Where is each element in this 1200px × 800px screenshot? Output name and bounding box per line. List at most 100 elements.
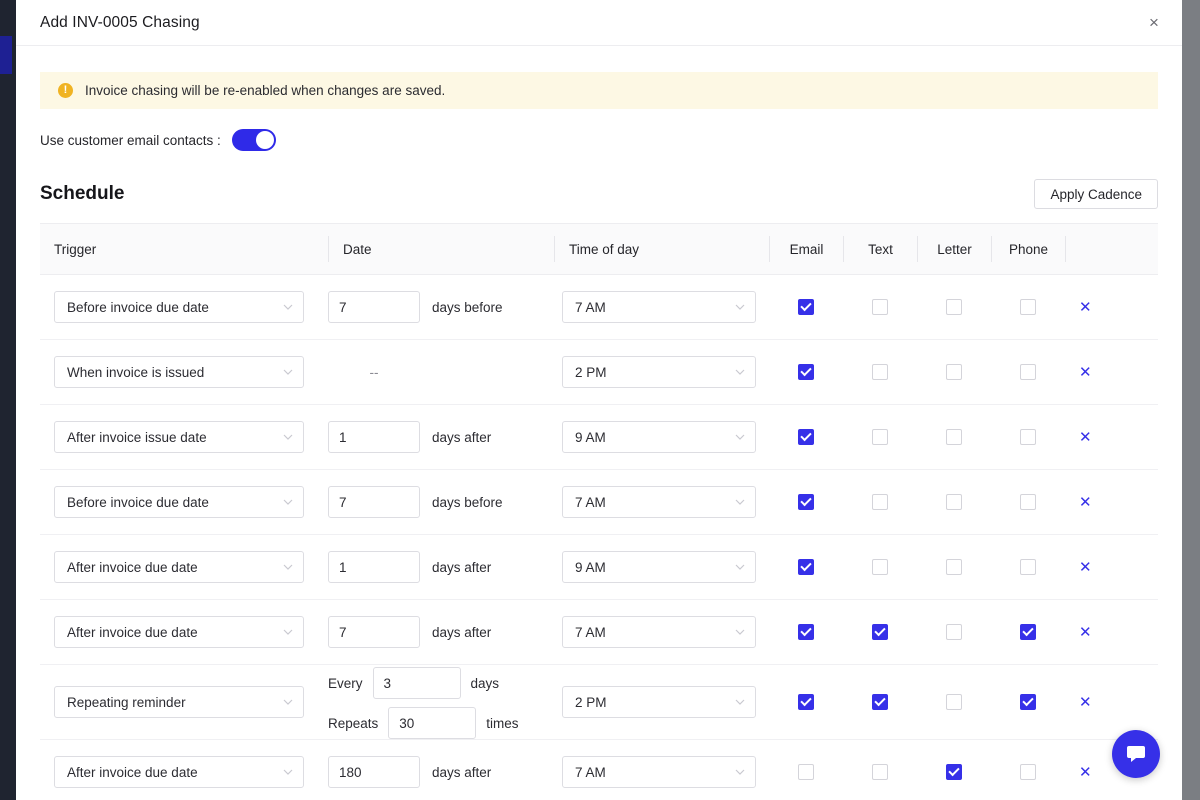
letter-checkbox[interactable] xyxy=(946,494,962,510)
text-cell xyxy=(843,364,917,380)
time-of-day-select[interactable]: 2 PM xyxy=(562,356,756,388)
letter-checkbox[interactable] xyxy=(946,764,962,780)
letter-cell xyxy=(917,559,991,575)
chat-bubble-icon[interactable] xyxy=(1112,730,1160,778)
time-of-day-select[interactable]: 7 AM xyxy=(562,756,756,788)
trigger-select[interactable]: Repeating reminder xyxy=(54,686,304,718)
trigger-cell: Before invoice due date xyxy=(40,486,328,518)
text-checkbox[interactable] xyxy=(872,494,888,510)
remove-row-button[interactable]: ✕ xyxy=(1065,693,1092,711)
phone-checkbox[interactable] xyxy=(1020,364,1036,380)
email-checkbox[interactable] xyxy=(798,494,814,510)
email-checkbox[interactable] xyxy=(798,559,814,575)
days-input[interactable]: 1 xyxy=(328,551,420,583)
letter-checkbox[interactable] xyxy=(946,694,962,710)
remove-row-button[interactable]: ✕ xyxy=(1065,493,1092,511)
time-of-day-select[interactable]: 9 AM xyxy=(562,551,756,583)
modal-header: Add INV-0005 Chasing × xyxy=(16,0,1182,46)
remove-row-button[interactable]: ✕ xyxy=(1065,363,1092,381)
close-icon[interactable]: × xyxy=(1140,9,1168,37)
remove-row-button[interactable]: ✕ xyxy=(1065,428,1092,446)
every-label: Every xyxy=(328,676,363,691)
chevron-down-icon xyxy=(283,697,293,707)
phone-cell xyxy=(991,694,1065,710)
days-input[interactable]: 7 xyxy=(328,291,420,323)
table-row: After invoice due date 7days after7 AM ✕ xyxy=(40,600,1158,665)
letter-checkbox[interactable] xyxy=(946,624,962,640)
phone-checkbox[interactable] xyxy=(1020,429,1036,445)
letter-cell xyxy=(917,429,991,445)
trigger-select[interactable]: After invoice due date xyxy=(54,756,304,788)
trigger-select[interactable]: Before invoice due date xyxy=(54,291,304,323)
trigger-select[interactable]: Before invoice due date xyxy=(54,486,304,518)
phone-checkbox[interactable] xyxy=(1020,764,1036,780)
remove-row-button[interactable]: ✕ xyxy=(1065,298,1092,316)
days-unit-label: days before xyxy=(432,300,503,315)
text-cell xyxy=(843,764,917,780)
trigger-select[interactable]: After invoice due date xyxy=(54,551,304,583)
email-checkbox[interactable] xyxy=(798,764,814,780)
chevron-down-icon xyxy=(735,697,745,707)
date-cell: 7days after xyxy=(328,616,554,648)
chevron-down-icon xyxy=(283,432,293,442)
email-cell xyxy=(769,624,843,640)
trigger-cell: After invoice due date xyxy=(40,756,328,788)
text-checkbox[interactable] xyxy=(872,559,888,575)
repeats-count-input[interactable]: 30 xyxy=(388,707,476,739)
text-checkbox[interactable] xyxy=(872,764,888,780)
remove-row-button[interactable]: ✕ xyxy=(1065,623,1092,641)
phone-checkbox[interactable] xyxy=(1020,624,1036,640)
time-cell: 9 AM xyxy=(554,551,769,583)
table-body: Before invoice due date7days before7 AM✕… xyxy=(40,275,1158,800)
text-checkbox[interactable] xyxy=(872,624,888,640)
time-of-day-select[interactable]: 7 AM xyxy=(562,291,756,323)
column-header-trigger: Trigger xyxy=(40,236,328,262)
time-of-day-select[interactable]: 7 AM xyxy=(562,616,756,648)
days-input[interactable]: 180 xyxy=(328,756,420,788)
text-checkbox[interactable] xyxy=(872,364,888,380)
chevron-down-icon xyxy=(735,627,745,637)
days-input[interactable]: 1 xyxy=(328,421,420,453)
time-of-day-select[interactable]: 2 PM xyxy=(562,686,756,718)
trigger-cell: When invoice is issued xyxy=(40,356,328,388)
remove-cell: ✕ xyxy=(1065,428,1125,446)
trigger-select[interactable]: After invoice issue date xyxy=(54,421,304,453)
text-checkbox[interactable] xyxy=(872,694,888,710)
days-input[interactable]: 7 xyxy=(328,486,420,518)
phone-checkbox[interactable] xyxy=(1020,299,1036,315)
letter-checkbox[interactable] xyxy=(946,364,962,380)
phone-checkbox[interactable] xyxy=(1020,494,1036,510)
repeat-settings: Every3daysRepeats30times xyxy=(328,665,519,739)
text-checkbox[interactable] xyxy=(872,429,888,445)
phone-checkbox[interactable] xyxy=(1020,559,1036,575)
letter-checkbox[interactable] xyxy=(946,299,962,315)
trigger-select[interactable]: When invoice is issued xyxy=(54,356,304,388)
letter-checkbox[interactable] xyxy=(946,429,962,445)
remove-row-button[interactable]: ✕ xyxy=(1065,558,1092,576)
page-title: Add INV-0005 Chasing xyxy=(40,14,200,32)
text-checkbox[interactable] xyxy=(872,299,888,315)
every-days-input[interactable]: 3 xyxy=(373,667,461,699)
email-checkbox[interactable] xyxy=(798,429,814,445)
letter-checkbox[interactable] xyxy=(946,559,962,575)
phone-checkbox[interactable] xyxy=(1020,694,1036,710)
apply-cadence-button[interactable]: Apply Cadence xyxy=(1034,179,1158,209)
date-cell: 7days before xyxy=(328,486,554,518)
column-header-actions xyxy=(1065,236,1125,262)
remove-row-button[interactable]: ✕ xyxy=(1065,763,1092,781)
email-checkbox[interactable] xyxy=(798,694,814,710)
time-of-day-select[interactable]: 9 AM xyxy=(562,421,756,453)
days-input[interactable]: 7 xyxy=(328,616,420,648)
email-checkbox[interactable] xyxy=(798,299,814,315)
repeat-count-line: Repeats30times xyxy=(328,707,519,739)
use-customer-email-contacts-toggle[interactable] xyxy=(232,129,276,151)
trigger-select[interactable]: After invoice due date xyxy=(54,616,304,648)
repeat-every-line: Every3days xyxy=(328,667,519,699)
remove-cell: ✕ xyxy=(1065,558,1125,576)
time-of-day-select[interactable]: 7 AM xyxy=(562,486,756,518)
email-checkbox[interactable] xyxy=(798,624,814,640)
email-checkbox[interactable] xyxy=(798,364,814,380)
trigger-cell: After invoice due date xyxy=(40,551,328,583)
email-cell xyxy=(769,694,843,710)
email-cell xyxy=(769,764,843,780)
